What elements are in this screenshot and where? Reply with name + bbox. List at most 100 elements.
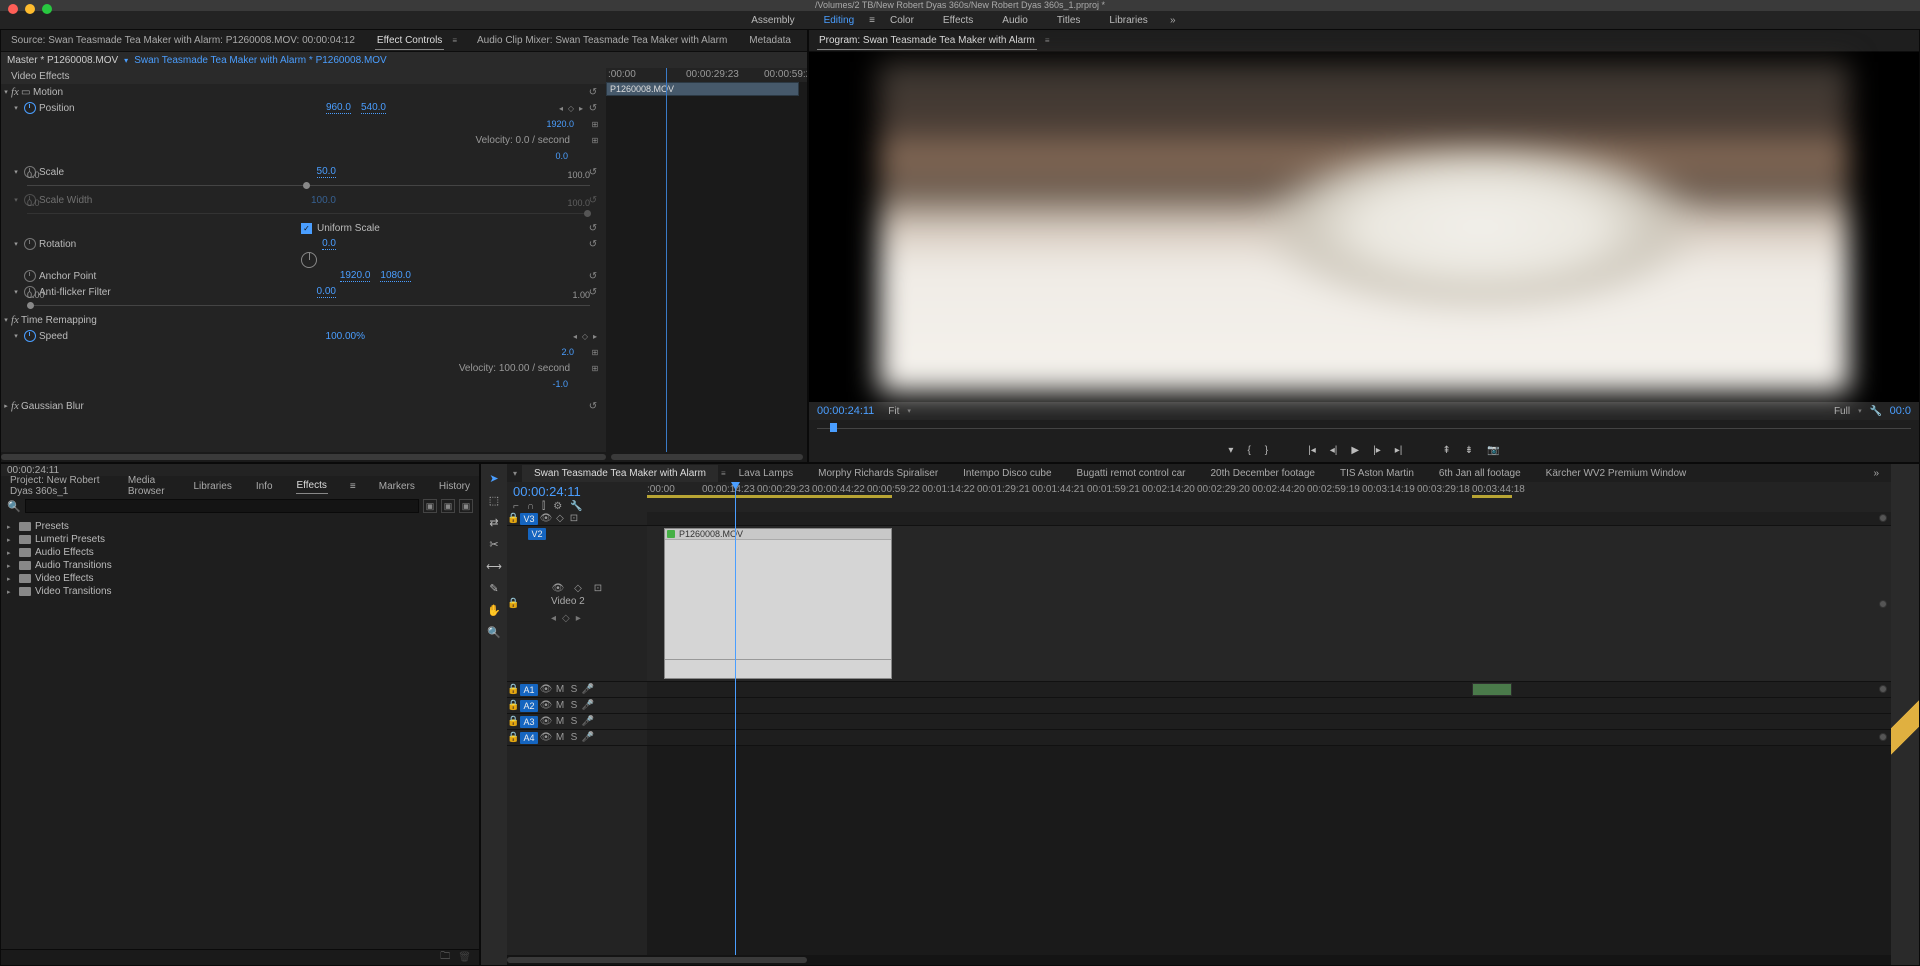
selection-tool-icon[interactable]: ➤ — [486, 470, 502, 486]
lane-marker[interactable] — [1879, 685, 1887, 693]
sync-lock-icon[interactable]: ⊡ — [567, 513, 581, 524]
speed-value[interactable]: 100.00% — [326, 331, 365, 342]
play-icon[interactable]: ▶ — [1351, 445, 1359, 456]
lane-a1[interactable] — [647, 682, 1891, 698]
add-keyframe-icon[interactable]: ◇ — [566, 104, 576, 113]
go-to-in-icon[interactable]: |◂ — [1308, 445, 1316, 456]
reset-icon[interactable]: ↺ — [586, 271, 600, 282]
eye-icon[interactable]: 👁 — [539, 513, 553, 524]
hand-tool-icon[interactable]: ✋ — [486, 602, 502, 618]
zoom-tool-icon[interactable]: 🔍 — [486, 624, 502, 640]
prev-keyframe-icon[interactable]: ◂ — [570, 332, 580, 341]
fx-badge-3-icon[interactable]: ▣ — [459, 499, 473, 513]
seq-tab-7[interactable]: TIS Aston Martin — [1328, 465, 1426, 482]
mark-in-icon[interactable]: { — [1247, 445, 1250, 456]
stopwatch-icon[interactable] — [24, 102, 36, 114]
marker-icon[interactable]: ⫿ — [542, 501, 545, 512]
tab-markers[interactable]: Markers — [378, 479, 416, 494]
resolution-full[interactable]: Full — [1834, 406, 1850, 417]
stopwatch-icon[interactable] — [24, 270, 36, 282]
track-header-a1[interactable]: 🔒A1👁MS🎤 — [507, 682, 647, 698]
fx-badge-1-icon[interactable]: ▣ — [423, 499, 437, 513]
lane-marker[interactable] — [1879, 733, 1887, 741]
anchor-x[interactable]: 1920.0 — [340, 270, 371, 282]
mute-icon[interactable]: ◇ — [553, 513, 567, 524]
new-bin-icon[interactable]: 🗀 — [440, 949, 450, 966]
reset-icon[interactable]: ↺ — [586, 223, 600, 234]
seq-tab-6[interactable]: 20th December footage — [1198, 465, 1327, 482]
track-header-v3[interactable]: 🔒V3👁◇⊡ — [507, 512, 647, 526]
pen-tool-icon[interactable]: ✎ — [486, 580, 502, 596]
mark-out-icon[interactable]: } — [1265, 445, 1268, 456]
reset-icon[interactable]: ↺ — [586, 401, 600, 412]
antiflicker-value[interactable]: 0.00 — [317, 286, 336, 298]
time-remapping-effect[interactable]: ▾fxTime Remapping — [1, 312, 606, 328]
workspace-libraries[interactable]: Libraries — [1095, 12, 1161, 29]
program-playhead[interactable] — [830, 423, 837, 432]
eye-icon[interactable]: 👁 — [539, 700, 553, 711]
tab-libraries[interactable]: Libraries — [192, 479, 232, 494]
seq-tab-4[interactable]: Intempo Disco cube — [951, 465, 1063, 482]
extract-icon[interactable]: ⇟ — [1465, 445, 1473, 456]
seq-tab-9[interactable]: Kärcher WV2 Premium Window — [1534, 465, 1699, 482]
settings-icon[interactable]: ⚙ — [553, 501, 562, 512]
workspace-overflow[interactable]: » — [1163, 15, 1183, 26]
seq-tab-3[interactable]: Morphy Richards Spiraliser — [806, 465, 950, 482]
panel-menu-icon[interactable]: ≡ — [350, 481, 356, 492]
graph-icon[interactable]: ⊞ — [590, 348, 600, 357]
tree-video-effects[interactable]: ▸Video Effects — [7, 572, 473, 585]
stopwatch-icon[interactable] — [24, 238, 36, 250]
voice-icon[interactable]: 🎤 — [581, 716, 595, 727]
minimize-window[interactable] — [25, 4, 35, 14]
chevron-down-icon[interactable]: ▾ — [1858, 407, 1862, 415]
gaussian-blur-effect[interactable]: ▸fxGaussian Blur↺ — [1, 398, 606, 414]
tab-effects-panel[interactable]: Effects — [296, 478, 328, 494]
step-back-icon[interactable]: ◂| — [1330, 445, 1338, 456]
trash-icon[interactable]: 🗑 — [458, 952, 471, 963]
linked-selection-icon[interactable]: ∩ — [527, 501, 534, 512]
tree-lumetri[interactable]: ▸Lumetri Presets — [7, 533, 473, 546]
tab-source[interactable]: Source: Swan Teasmade Tea Maker with Ala… — [9, 32, 357, 49]
add-keyframe-icon[interactable]: ◇ — [580, 332, 590, 341]
next-kf-icon[interactable]: ▸ — [576, 613, 581, 624]
scale-value[interactable]: 50.0 — [317, 166, 336, 178]
eye-icon[interactable]: 👁 — [539, 684, 553, 695]
timeline-content[interactable]: P1260008.MOV — [647, 512, 1891, 955]
workspace-titles[interactable]: Titles — [1043, 12, 1095, 29]
seq-tab-8[interactable]: 6th Jan all footage — [1427, 465, 1533, 482]
ec-playhead[interactable] — [666, 68, 667, 452]
export-frame-icon[interactable]: 📷 — [1487, 445, 1499, 456]
seq-tab-5[interactable]: Bugatti remot control car — [1065, 465, 1198, 482]
reset-icon[interactable]: ↺ — [586, 103, 600, 114]
graph-icon[interactable]: ⊞ — [590, 364, 600, 373]
ec-hscroll[interactable] — [1, 452, 807, 462]
track-select-tool-icon[interactable]: ⬚ — [486, 492, 502, 508]
motion-effect[interactable]: ▾fx▭Motion↺ — [1, 84, 606, 100]
lane-marker[interactable] — [1879, 514, 1887, 522]
tab-effect-controls[interactable]: Effect Controls — [375, 32, 444, 50]
next-keyframe-icon[interactable]: ▸ — [576, 104, 586, 113]
mute-icon[interactable]: ◇ — [571, 583, 585, 594]
lane-a4[interactable] — [647, 730, 1891, 746]
lock-icon[interactable]: 🔒 — [507, 716, 519, 727]
antiflicker-slider[interactable]: 0.001.00 — [27, 300, 590, 312]
tab-audio-clip-mixer[interactable]: Audio Clip Mixer: Swan Teasmade Tea Make… — [475, 32, 729, 49]
graph-icon[interactable]: ⊞ — [590, 120, 600, 129]
scale-slider[interactable]: 0.0100.0 — [27, 180, 590, 192]
lane-v2[interactable]: P1260008.MOV — [647, 526, 1891, 682]
track-header-a2[interactable]: 🔒A2👁MS🎤 — [507, 698, 647, 714]
lane-a2[interactable] — [647, 698, 1891, 714]
rotation-value[interactable]: 0.0 — [322, 238, 336, 250]
lock-icon[interactable]: 🔒 — [507, 732, 519, 743]
panel-menu-icon[interactable]: ≡ — [721, 469, 726, 478]
graph-icon[interactable]: ⊞ — [590, 136, 600, 145]
seq-tab-2[interactable]: Lava Lamps — [727, 465, 805, 482]
tree-video-transitions[interactable]: ▸Video Transitions — [7, 585, 473, 598]
fx-badge-2-icon[interactable]: ▣ — [441, 499, 455, 513]
timeline-hscroll[interactable] — [507, 955, 1891, 965]
lane-marker[interactable] — [1879, 600, 1887, 608]
step-forward-icon[interactable]: |▸ — [1373, 445, 1381, 456]
eye-icon[interactable]: 👁 — [539, 732, 553, 743]
program-scrubber[interactable] — [817, 420, 1911, 438]
tree-audio-effects[interactable]: ▸Audio Effects — [7, 546, 473, 559]
